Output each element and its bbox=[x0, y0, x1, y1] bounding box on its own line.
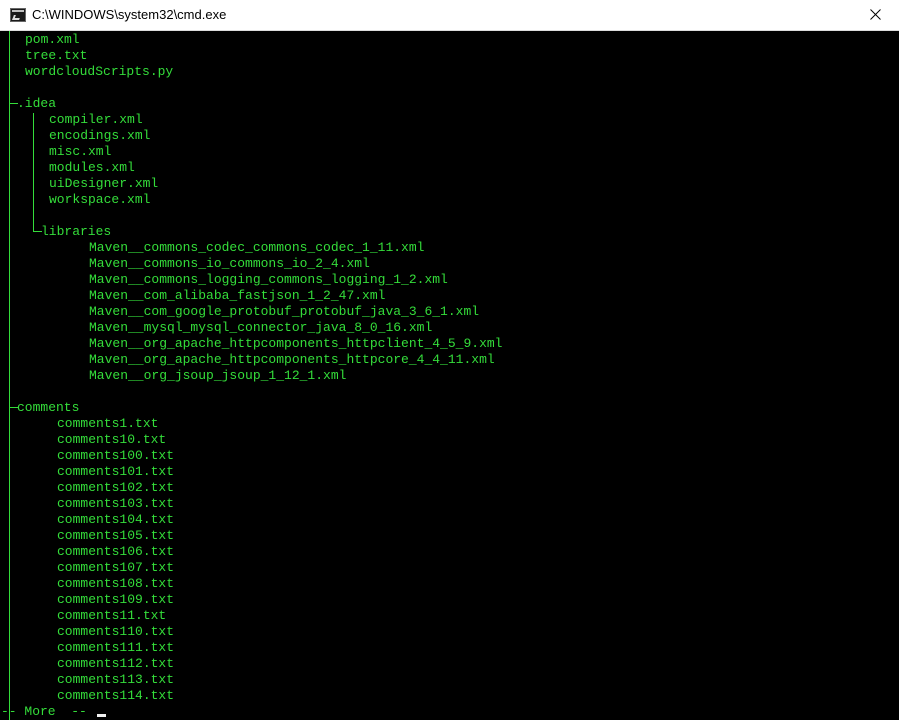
file-entry: comments10.txt bbox=[57, 432, 167, 447]
cmd-window: C:\WINDOWS\system32\cmd.exe pom.xml tree… bbox=[0, 0, 899, 720]
file-entry: misc.xml bbox=[49, 144, 112, 159]
file-entry: comments113.txt bbox=[57, 672, 175, 687]
text-cursor bbox=[97, 714, 106, 717]
file-entry: comments106.txt bbox=[57, 544, 175, 559]
file-entry: modules.xml bbox=[49, 160, 135, 175]
file-entry: comments102.txt bbox=[57, 480, 175, 495]
folder-entry: .idea bbox=[17, 96, 57, 111]
file-entry: comments111.txt bbox=[57, 640, 175, 655]
file-entry: comments107.txt bbox=[57, 560, 175, 575]
folder-entry: libraries bbox=[41, 224, 112, 239]
console-output[interactable]: pom.xml tree.txt wordcloudScripts.py .id… bbox=[0, 31, 899, 720]
file-entry: comments100.txt bbox=[57, 448, 175, 463]
file-entry: Maven__mysql_mysql_connector_java_8_0_16… bbox=[89, 320, 433, 335]
file-entry: comments1.txt bbox=[57, 416, 159, 431]
file-entry: comments104.txt bbox=[57, 512, 175, 527]
file-entry: Maven__com_alibaba_fastjson_1_2_47.xml bbox=[89, 288, 386, 303]
file-entry: comments109.txt bbox=[57, 592, 175, 607]
file-entry: comments108.txt bbox=[57, 576, 175, 591]
file-entry: Maven__org_apache_httpcomponents_httpcli… bbox=[89, 336, 503, 351]
file-entry: tree.txt bbox=[25, 48, 88, 63]
file-entry: Maven__commons_codec_commons_codec_1_11.… bbox=[89, 240, 425, 255]
file-entry: comments105.txt bbox=[57, 528, 175, 543]
file-entry: uiDesigner.xml bbox=[49, 176, 159, 191]
file-entry: encodings.xml bbox=[49, 128, 151, 143]
tree-connector bbox=[33, 113, 34, 231]
close-button[interactable] bbox=[853, 0, 899, 30]
more-prompt: -- More -- bbox=[1, 704, 87, 719]
file-entry: compiler.xml bbox=[49, 112, 143, 127]
file-entry: comments110.txt bbox=[57, 624, 175, 639]
cmd-icon bbox=[10, 8, 26, 22]
file-entry: comments114.txt bbox=[57, 688, 175, 703]
file-entry: pom.xml bbox=[25, 32, 80, 47]
file-entry: comments101.txt bbox=[57, 464, 175, 479]
file-entry: comments103.txt bbox=[57, 496, 175, 511]
window-title: C:\WINDOWS\system32\cmd.exe bbox=[32, 7, 227, 22]
file-entry: comments11.txt bbox=[57, 608, 167, 623]
file-entry: Maven__commons_logging_commons_logging_1… bbox=[89, 272, 448, 287]
folder-entry: comments bbox=[17, 400, 80, 415]
file-entry: Maven__org_apache_httpcomponents_httpcor… bbox=[89, 352, 495, 367]
file-entry: Maven__org_jsoup_jsoup_1_12_1.xml bbox=[89, 368, 347, 383]
file-entry: workspace.xml bbox=[49, 192, 151, 207]
title-bar[interactable]: C:\WINDOWS\system32\cmd.exe bbox=[0, 0, 899, 31]
file-entry: wordcloudScripts.py bbox=[25, 64, 174, 79]
file-entry: comments112.txt bbox=[57, 656, 175, 671]
tree-connector bbox=[9, 31, 10, 720]
close-icon bbox=[870, 9, 881, 20]
file-entry: Maven__com_google_protobuf_protobuf_java… bbox=[89, 304, 480, 319]
file-entry: Maven__commons_io_commons_io_2_4.xml bbox=[89, 256, 370, 271]
